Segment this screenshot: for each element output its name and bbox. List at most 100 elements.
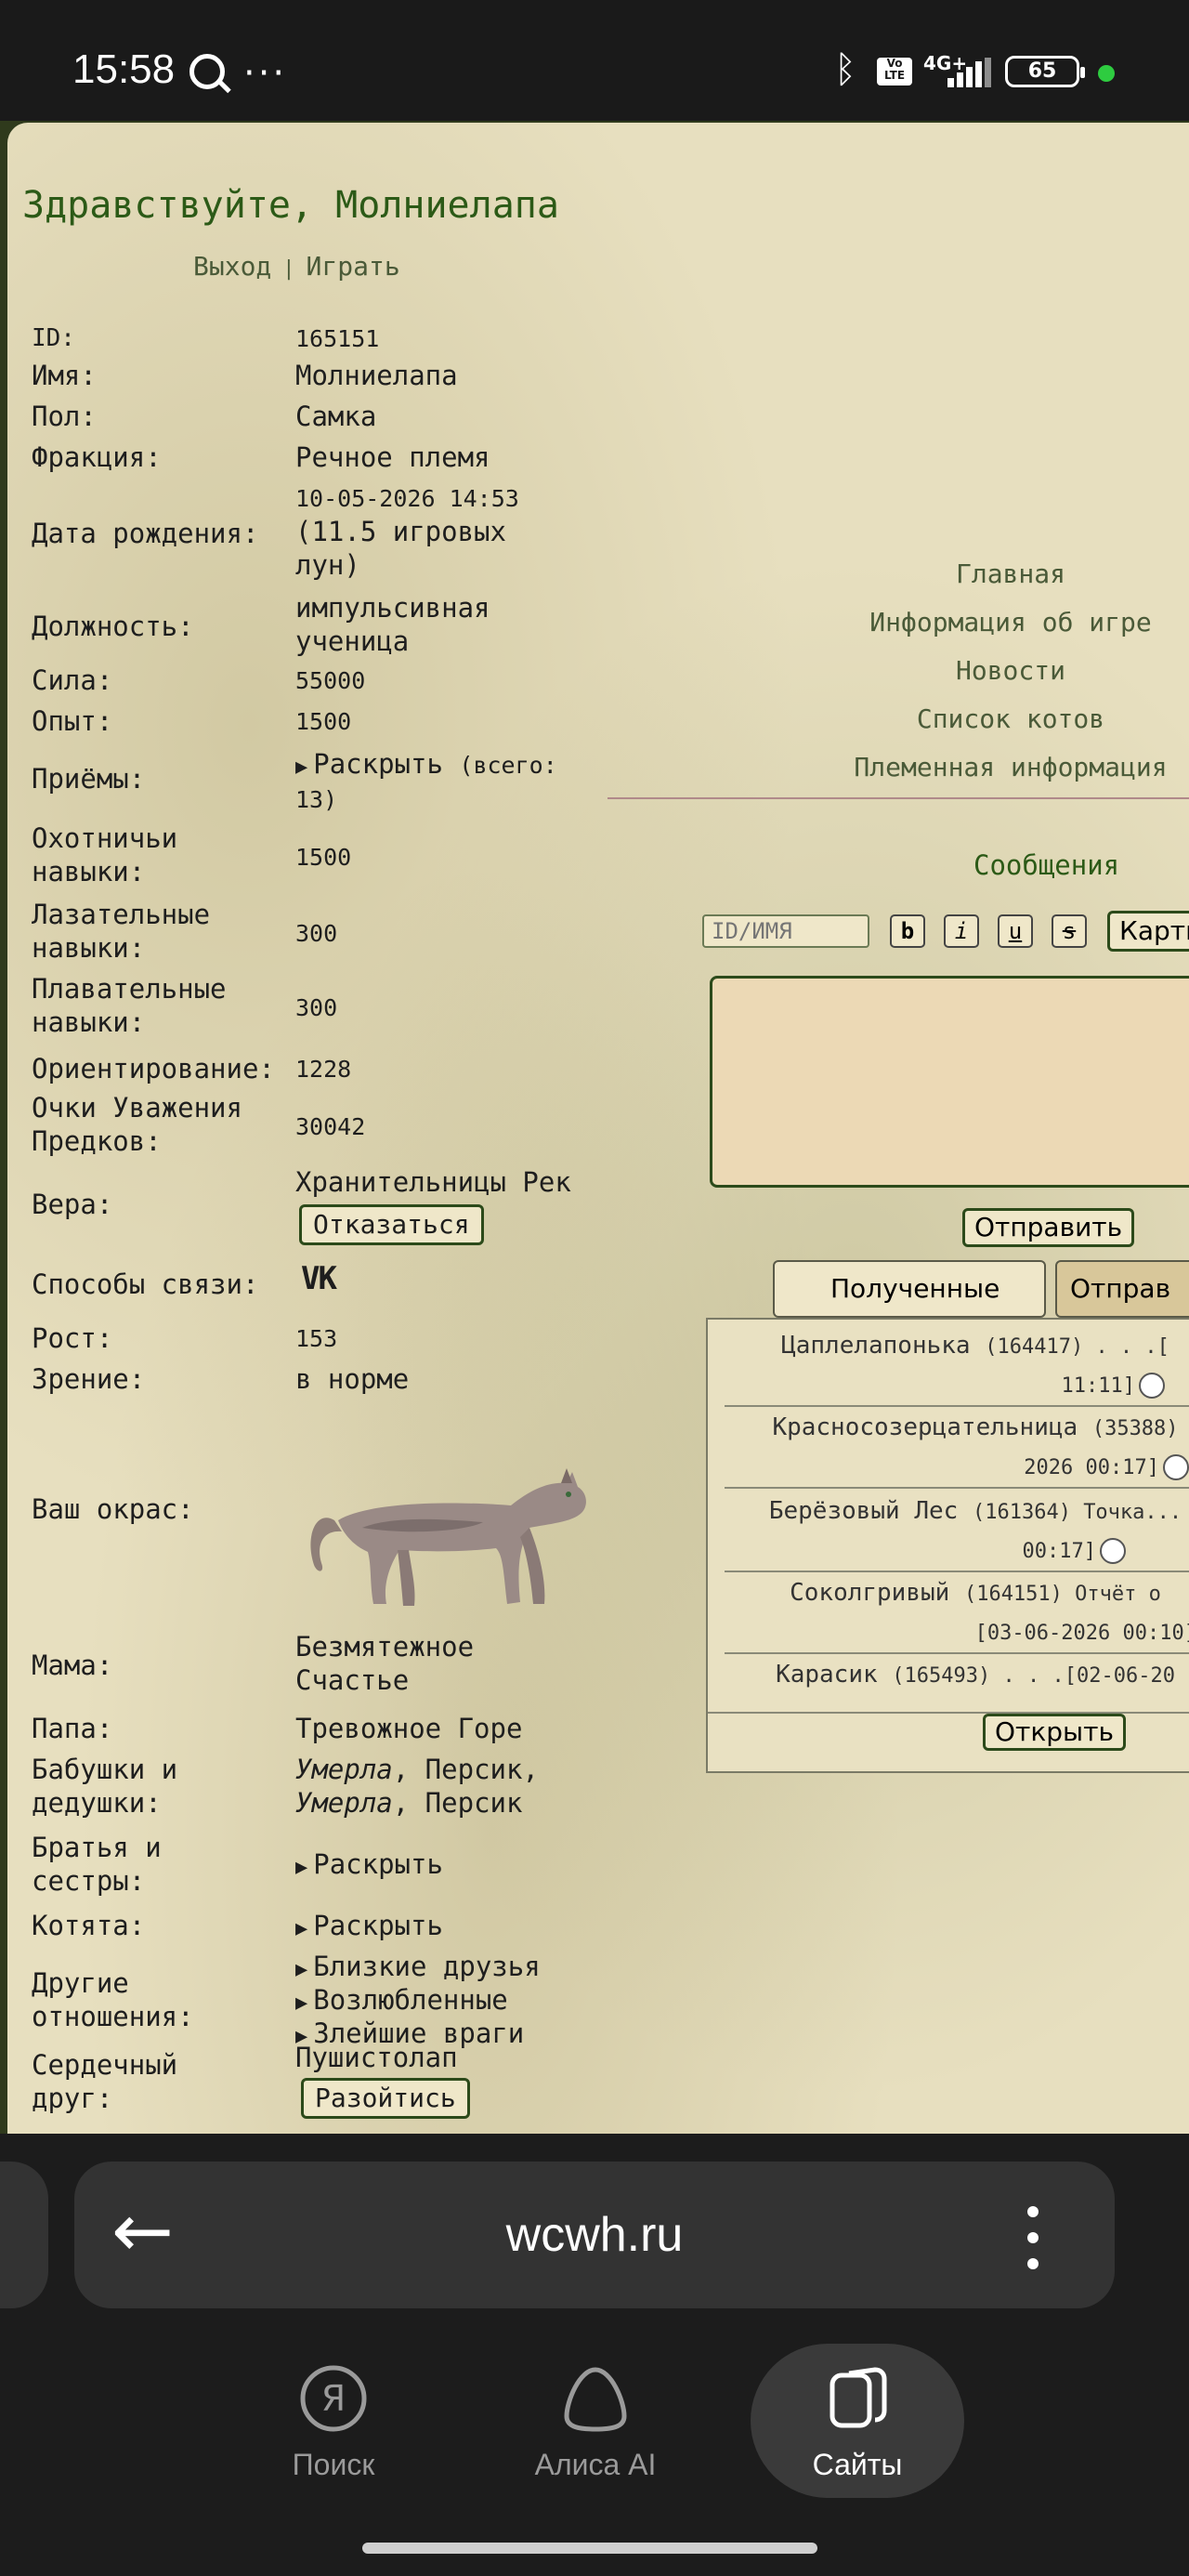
address-bar[interactable]: ← wcwh.ru <box>74 2162 1115 2308</box>
webview: Здравствуйте, Молниелапа Выход | Играть ID… <box>0 121 1189 2134</box>
nav-home[interactable]: Главная <box>825 550 1189 598</box>
bottom-nav-alice[interactable]: Алиса AI <box>489 2344 702 2498</box>
orientation-label: Ориентирование: <box>32 1053 275 1084</box>
siblings-expand[interactable]: ▶ Раскрыть <box>295 1847 443 1885</box>
message-date: 00:17] <box>1022 1540 1096 1563</box>
position-value-line1: импульсивная <box>295 592 490 624</box>
swimming-value: 300 <box>295 994 338 1021</box>
yandex-search-icon: Я <box>300 2365 367 2432</box>
bottom-nav-search[interactable]: Я Поиск <box>227 2344 440 2498</box>
respect-label-line2: Предков: <box>32 1125 162 1157</box>
tab-sent[interactable]: Отправ <box>1055 1260 1189 1318</box>
color-label: Ваш окрас: <box>32 1493 194 1525</box>
techniques-expand-label: Раскрыть <box>313 748 443 780</box>
top-links: Выход | Играть <box>193 251 400 282</box>
image-button[interactable]: Карти <box>1107 911 1189 952</box>
bottom-nav-sites-label: Сайты <box>812 2448 903 2481</box>
battery-icon: 65 <box>1005 56 1085 87</box>
previous-tab-stub[interactable] <box>0 2162 48 2308</box>
sender-name: Карасик <box>776 1661 878 1689</box>
techniques-expand[interactable]: ▶ Раскрыть (всего: <box>295 747 557 784</box>
play-link[interactable]: Играть <box>307 251 400 282</box>
browser-bar: ← wcwh.ru Я Поиск Алиса AI Сайты <box>0 2134 1189 2576</box>
grandparent-name-2[interactable]: , Персик <box>393 1787 523 1819</box>
nav-news[interactable]: Новости <box>825 647 1189 695</box>
select-radio[interactable] <box>1139 1372 1165 1399</box>
message-preview: (164417) . . .[ <box>985 1335 1169 1359</box>
inbox-list: Цаплелапонька (164417) . . .[ 11:11] Кра… <box>706 1318 1189 1773</box>
volte-icon: Vo LTE <box>877 58 912 85</box>
vk-icon[interactable]: VK <box>301 1262 337 1297</box>
list-item[interactable]: Красносозерцательница (35388) 2026 00:17… <box>725 1409 1189 1489</box>
mother-value-line2[interactable]: Счастье <box>295 1663 409 1698</box>
cat-color-image <box>310 1468 586 1606</box>
expand-triangle-icon: ▶ <box>295 1856 308 1879</box>
row-hunting: Охотничьи навыки: 1500 <box>32 821 617 896</box>
row-faith: Вера: Хранительницы Рек Отказаться <box>32 1165 617 1245</box>
bottom-nav-sites[interactable]: Сайты <box>751 2344 964 2498</box>
row-grandparents: Бабушки и дедушки: Умерла, Персик, Умерл… <box>32 1753 617 1827</box>
home-indicator[interactable] <box>362 2543 817 2554</box>
experience-value: 1500 <box>295 708 352 735</box>
greeting-heading: Здравствуйте, Молниелапа <box>22 184 559 227</box>
main-nav: Главная Информация об игре Новости Списо… <box>825 550 1189 792</box>
contacts-label: Способы связи: <box>32 1268 259 1300</box>
list-item[interactable]: Соколгривый (164151) Отчёт о [03-06-2026… <box>725 1574 1189 1654</box>
bottom-nav-search-label: Поиск <box>292 2448 375 2481</box>
list-item[interactable]: Карасик (165493) . . .[02-06-20 <box>725 1656 1189 1712</box>
expand-triangle-icon: ▶ <box>295 1917 308 1940</box>
mother-value-line1[interactable]: Безмятежное <box>295 1630 474 1664</box>
kittens-expand[interactable]: ▶ Раскрыть <box>295 1909 443 1946</box>
father-value[interactable]: Тревожное Горе <box>295 1712 522 1746</box>
strength-value: 55000 <box>295 667 366 694</box>
renounce-faith-button[interactable]: Отказаться <box>299 1204 484 1245</box>
italic-button[interactable]: i <box>944 914 979 948</box>
sex-value: Самка <box>295 401 377 432</box>
tab-received[interactable]: Полученные <box>773 1260 1046 1318</box>
bold-button[interactable]: b <box>890 914 925 948</box>
message-date: 2026 00:17] <box>1024 1456 1159 1479</box>
expand-triangle-icon: ▶ <box>295 756 308 779</box>
list-item[interactable]: Цаплелапонька (164417) . . .[ 11:11] <box>725 1327 1189 1407</box>
id-label: ID: <box>32 324 75 352</box>
relations-friends-expand[interactable]: ▶ Близкие друзья <box>295 1950 541 1987</box>
open-button[interactable]: Открыть <box>983 1714 1126 1751</box>
row-climbing: Лазательные навыки: 300 <box>32 898 617 972</box>
nav-game-info[interactable]: Информация об игре <box>825 598 1189 647</box>
url-text[interactable]: wcwh.ru <box>74 2162 1115 2308</box>
sender-name: Соколгривый <box>790 1579 950 1607</box>
breakup-button[interactable]: Разойтись <box>301 2078 470 2119</box>
send-button[interactable]: Отправить <box>962 1208 1135 1247</box>
grandparent-name-1[interactable]: , Персик, <box>393 1754 539 1785</box>
recipient-input[interactable] <box>702 914 869 948</box>
row-swimming: Плавательные навыки: 300 <box>32 972 617 1046</box>
nav-tribe-info[interactable]: Племенная информация <box>825 743 1189 792</box>
select-radio[interactable] <box>1163 1453 1189 1480</box>
menu-kebab-icon[interactable] <box>1024 2202 1042 2277</box>
father-label: Папа: <box>32 1713 113 1744</box>
hunting-label-line2: навыки: <box>32 856 146 887</box>
name-value: Молниелапа <box>295 360 458 391</box>
message-textarea[interactable] <box>710 976 1189 1188</box>
siblings-label-line2: сестры: <box>32 1865 146 1897</box>
nav-cat-list[interactable]: Список котов <box>825 695 1189 743</box>
underline-button[interactable]: u <box>998 914 1033 948</box>
select-radio[interactable] <box>1100 1537 1126 1564</box>
message-preview: (161364) Точка... <box>972 1501 1182 1524</box>
name-label: Имя: <box>32 360 97 391</box>
logout-link[interactable]: Выход <box>193 251 271 282</box>
strikethrough-button[interactable]: s <box>1052 914 1087 948</box>
swimming-label-line2: навыки: <box>32 1006 146 1038</box>
more-icon: ··· <box>243 52 288 95</box>
position-value-line2: ученица <box>295 625 410 657</box>
message-date: [03-06-2026 00:10] <box>974 1622 1189 1645</box>
techniques-count: (всего: <box>459 752 557 779</box>
search-icon <box>189 54 225 89</box>
relations-lovers-expand[interactable]: ▶ Возлюбленные <box>295 1983 508 2020</box>
list-item[interactable]: Берёзовый Лес (161364) Точка... 00:17] <box>725 1492 1189 1572</box>
respect-value: 30042 <box>295 1113 366 1140</box>
tabs-icon <box>830 2367 887 2428</box>
vision-label: Зрение: <box>32 1363 146 1395</box>
sex-label: Пол: <box>32 401 97 432</box>
sweetheart-value[interactable]: Пушистолап <box>295 2041 458 2075</box>
